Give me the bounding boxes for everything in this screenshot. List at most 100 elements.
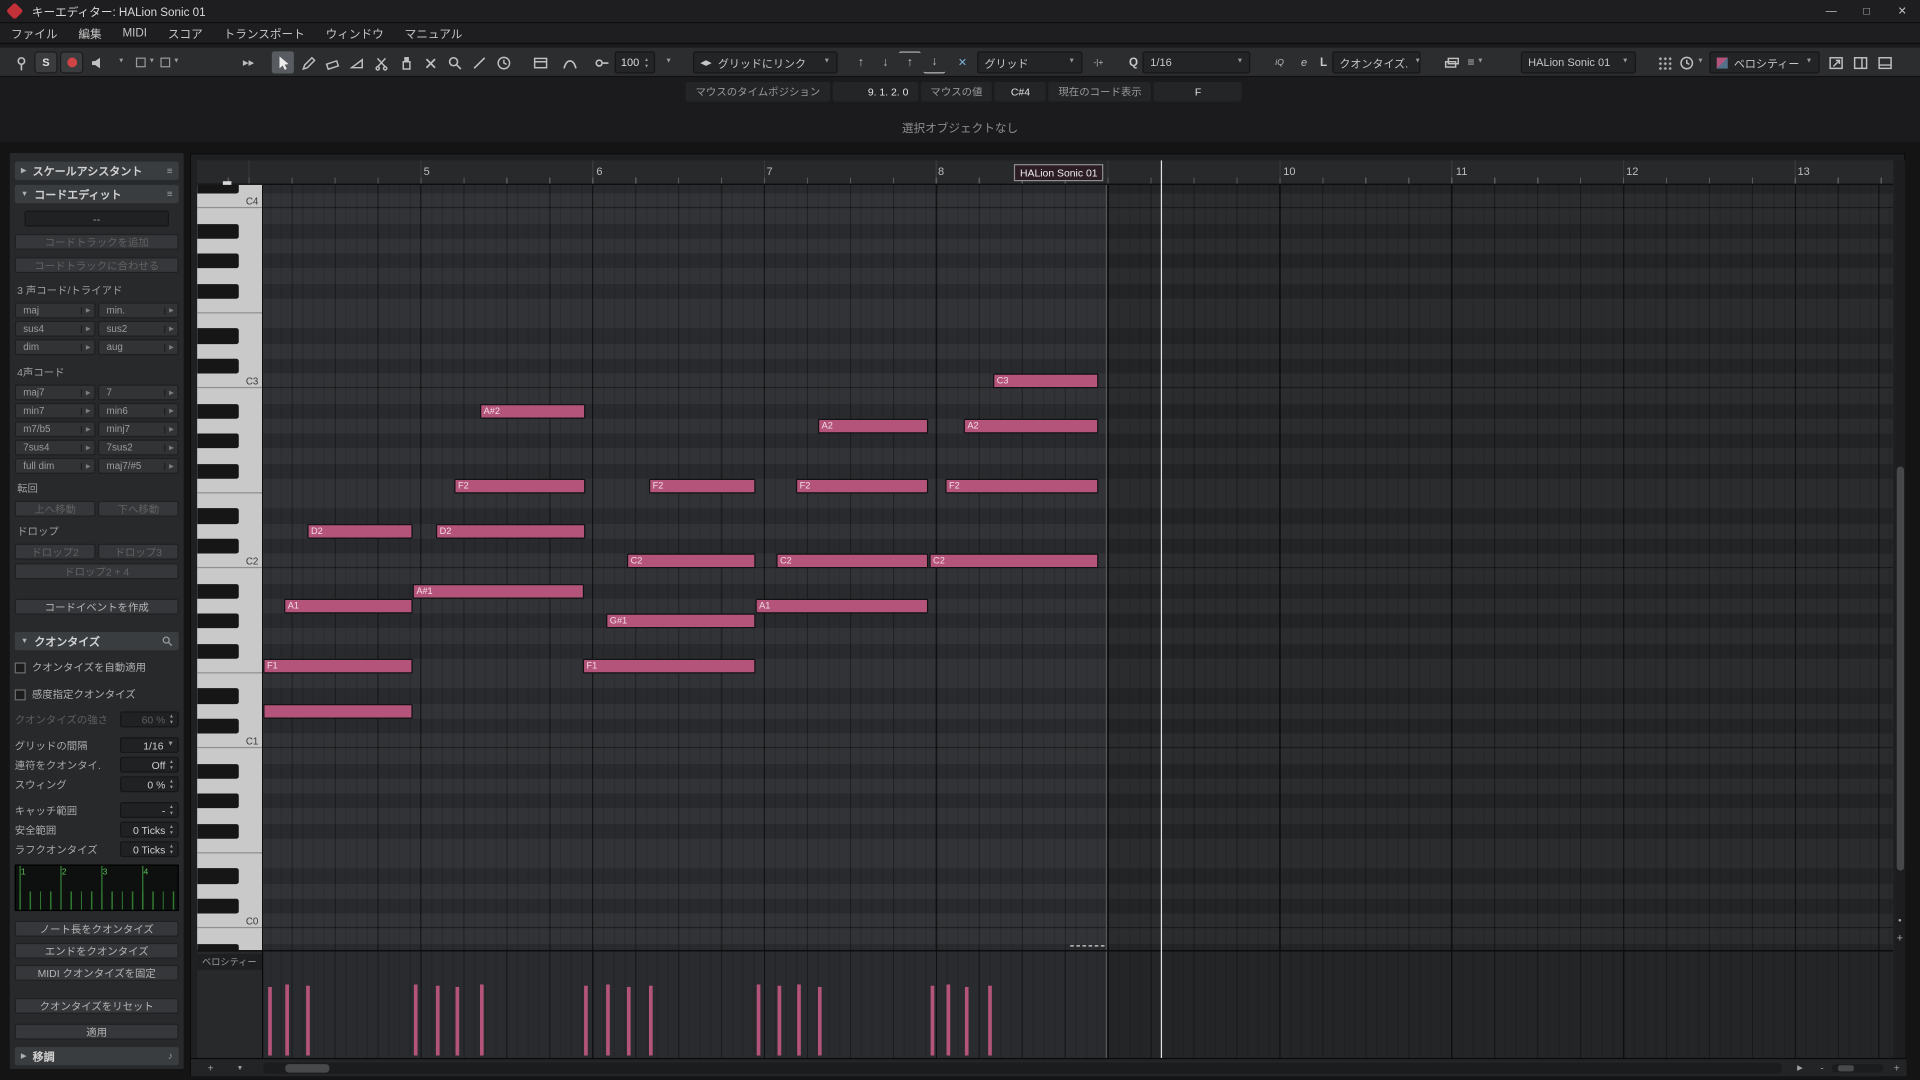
horizontal-zoom-out-icon[interactable]: -	[1812, 1059, 1832, 1077]
quantize-preset-select[interactable]: 1/16 ▼	[1143, 51, 1251, 73]
black-key[interactable]	[197, 943, 239, 950]
chord-button[interactable]: 7▶	[98, 384, 179, 400]
chord-button[interactable]: m7/b5▶	[15, 421, 96, 437]
quantize-row-value[interactable]: -▲▼	[120, 802, 179, 818]
drop24-button[interactable]: ドロップ2 + 4	[15, 563, 179, 579]
match-chord-track-button[interactable]: コードトラックに合わせる	[15, 257, 179, 273]
midi-note[interactable]: A1	[756, 598, 929, 613]
black-key[interactable]	[197, 868, 239, 883]
solo-button[interactable]: S	[34, 51, 57, 73]
midi-note[interactable]: D2	[307, 523, 412, 538]
black-key[interactable]	[197, 763, 239, 778]
glue-tool-icon[interactable]	[394, 51, 416, 73]
zoom-preset-plus-icon[interactable]: +	[201, 1059, 221, 1077]
vertical-zoom-in-icon[interactable]: +	[1893, 931, 1906, 944]
quantize-row-value[interactable]: Off▲▼	[120, 757, 179, 773]
quantize-button[interactable]: ノート長をクオンタイズ	[15, 921, 179, 937]
velocity-bar[interactable]	[757, 984, 761, 1055]
midi-note[interactable]: A#2	[480, 403, 585, 418]
menu-item[interactable]: ファイル	[11, 24, 58, 41]
black-key[interactable]	[197, 223, 239, 238]
midi-note[interactable]: F2	[649, 478, 756, 493]
inversion-button[interactable]: 上へ移動	[15, 501, 96, 517]
window-zones-icon[interactable]: ▼	[159, 51, 181, 73]
midi-note[interactable]: G#1	[606, 613, 755, 628]
midi-note[interactable]: F2	[945, 478, 1098, 493]
clock-icon[interactable]: ▼	[1678, 51, 1705, 73]
velocity-options-caret[interactable]: ▼	[658, 51, 680, 73]
menu-item[interactable]: スコア	[168, 24, 203, 41]
midi-note[interactable]: A1	[284, 598, 413, 613]
velocity-bar[interactable]	[627, 987, 631, 1056]
midi-note[interactable]: D2	[436, 523, 585, 538]
iterative-quantize-icon[interactable]: iQ	[1269, 51, 1291, 73]
velocity-bar[interactable]	[436, 986, 440, 1056]
line-tool-icon[interactable]	[468, 51, 490, 73]
velocity-bar[interactable]	[606, 984, 610, 1055]
time-warp-tool-icon[interactable]	[492, 51, 514, 73]
menu-item[interactable]: 編集	[78, 24, 101, 41]
part-edit-mode-icon[interactable]	[529, 51, 551, 73]
chord-button[interactable]: min6▶	[98, 403, 179, 419]
midi-note[interactable]: A#1	[413, 583, 584, 598]
link-to-grid-select[interactable]: ◀▶ グリッドにリンク ▼	[693, 51, 837, 73]
toolbar-setup-caret[interactable]: ▼	[110, 51, 132, 73]
chord-button[interactable]: aug▶	[98, 339, 179, 355]
scrollbar-thumb[interactable]	[1897, 467, 1904, 871]
drop-button[interactable]: ドロップ2	[15, 544, 96, 560]
stepper-icons[interactable]: ▲▼	[644, 57, 649, 68]
velocity-bar[interactable]	[480, 984, 484, 1055]
quantize-row-value[interactable]: 0 %▲▼	[120, 776, 179, 792]
menu-item[interactable]: トランスポート	[224, 24, 305, 41]
zoom-menu-caret[interactable]: ▼	[230, 1059, 250, 1077]
scrollbar-thumb[interactable]	[285, 1064, 329, 1073]
midi-input-icon[interactable]	[590, 51, 612, 73]
velocity-bar[interactable]	[797, 984, 801, 1055]
velocity-bar[interactable]	[456, 987, 460, 1056]
black-key[interactable]	[197, 823, 239, 838]
workspace-icon[interactable]: ▼	[135, 51, 157, 73]
zoom-slider-thumb[interactable]	[1838, 1065, 1854, 1071]
black-key[interactable]	[197, 328, 239, 343]
black-key[interactable]	[197, 253, 239, 268]
horizontal-zoom-slider[interactable]	[1832, 1064, 1883, 1073]
black-key[interactable]	[197, 643, 239, 658]
layout-setup-icon[interactable]	[1873, 51, 1895, 73]
velocity-bar[interactable]	[931, 986, 935, 1056]
menu-item[interactable]: ウィンドウ	[326, 24, 384, 41]
erase-tool-icon[interactable]	[321, 51, 343, 73]
quantize-button[interactable]: クオンタイズをリセット	[15, 998, 179, 1014]
chord-button[interactable]: sus2▶	[98, 321, 179, 337]
iq-quantize-checkbox[interactable]	[15, 689, 26, 700]
velocity-lane[interactable]	[263, 950, 1893, 1058]
black-key[interactable]	[197, 898, 239, 913]
black-key[interactable]	[197, 583, 239, 598]
add-chord-track-button[interactable]: コードトラックを追加	[15, 234, 179, 250]
quantize-row-value[interactable]: 0 Ticks▲▼	[120, 822, 179, 838]
zoom-tool-icon[interactable]	[443, 51, 465, 73]
black-key[interactable]	[197, 463, 239, 478]
playhead-cursor[interactable]	[1161, 160, 1162, 1058]
grid-dots-icon[interactable]	[1653, 51, 1675, 73]
section-transpose[interactable]: ▶ 移調 ♪	[15, 1047, 179, 1065]
quantize-row-value[interactable]: 60 %▲▼	[120, 711, 179, 727]
black-key[interactable]	[197, 358, 239, 373]
chord-button[interactable]: 7sus2▶	[98, 440, 179, 456]
record-button[interactable]	[60, 51, 83, 73]
midi-note[interactable]: F2	[796, 478, 928, 493]
chord-button[interactable]: min7▶	[15, 403, 96, 419]
midi-note[interactable]: A2	[964, 418, 1099, 433]
black-key[interactable]	[197, 688, 239, 703]
quantize-row-value[interactable]: 1/16▼	[120, 737, 179, 753]
midi-note[interactable]: C3	[993, 373, 1098, 388]
zoom-dot-icon[interactable]: ●	[1893, 913, 1906, 926]
midi-note[interactable]: C2	[776, 553, 928, 568]
note-grid[interactable]: C3A#2A2A2F2F2F2F2D2D2C2C2C2A#1A1A1G#1F1F…	[263, 185, 1893, 950]
part-layers-icon[interactable]	[1440, 51, 1462, 73]
move-down-icon[interactable]: ↓	[874, 51, 896, 73]
move-up-octave-icon[interactable]: ↑	[899, 51, 921, 73]
auto-apply-checkbox[interactable]	[15, 662, 26, 673]
maximize-button[interactable]: □	[1849, 0, 1885, 22]
section-quantize[interactable]: ▼ クオンタイズ	[15, 632, 179, 650]
midi-note[interactable]	[263, 703, 412, 718]
